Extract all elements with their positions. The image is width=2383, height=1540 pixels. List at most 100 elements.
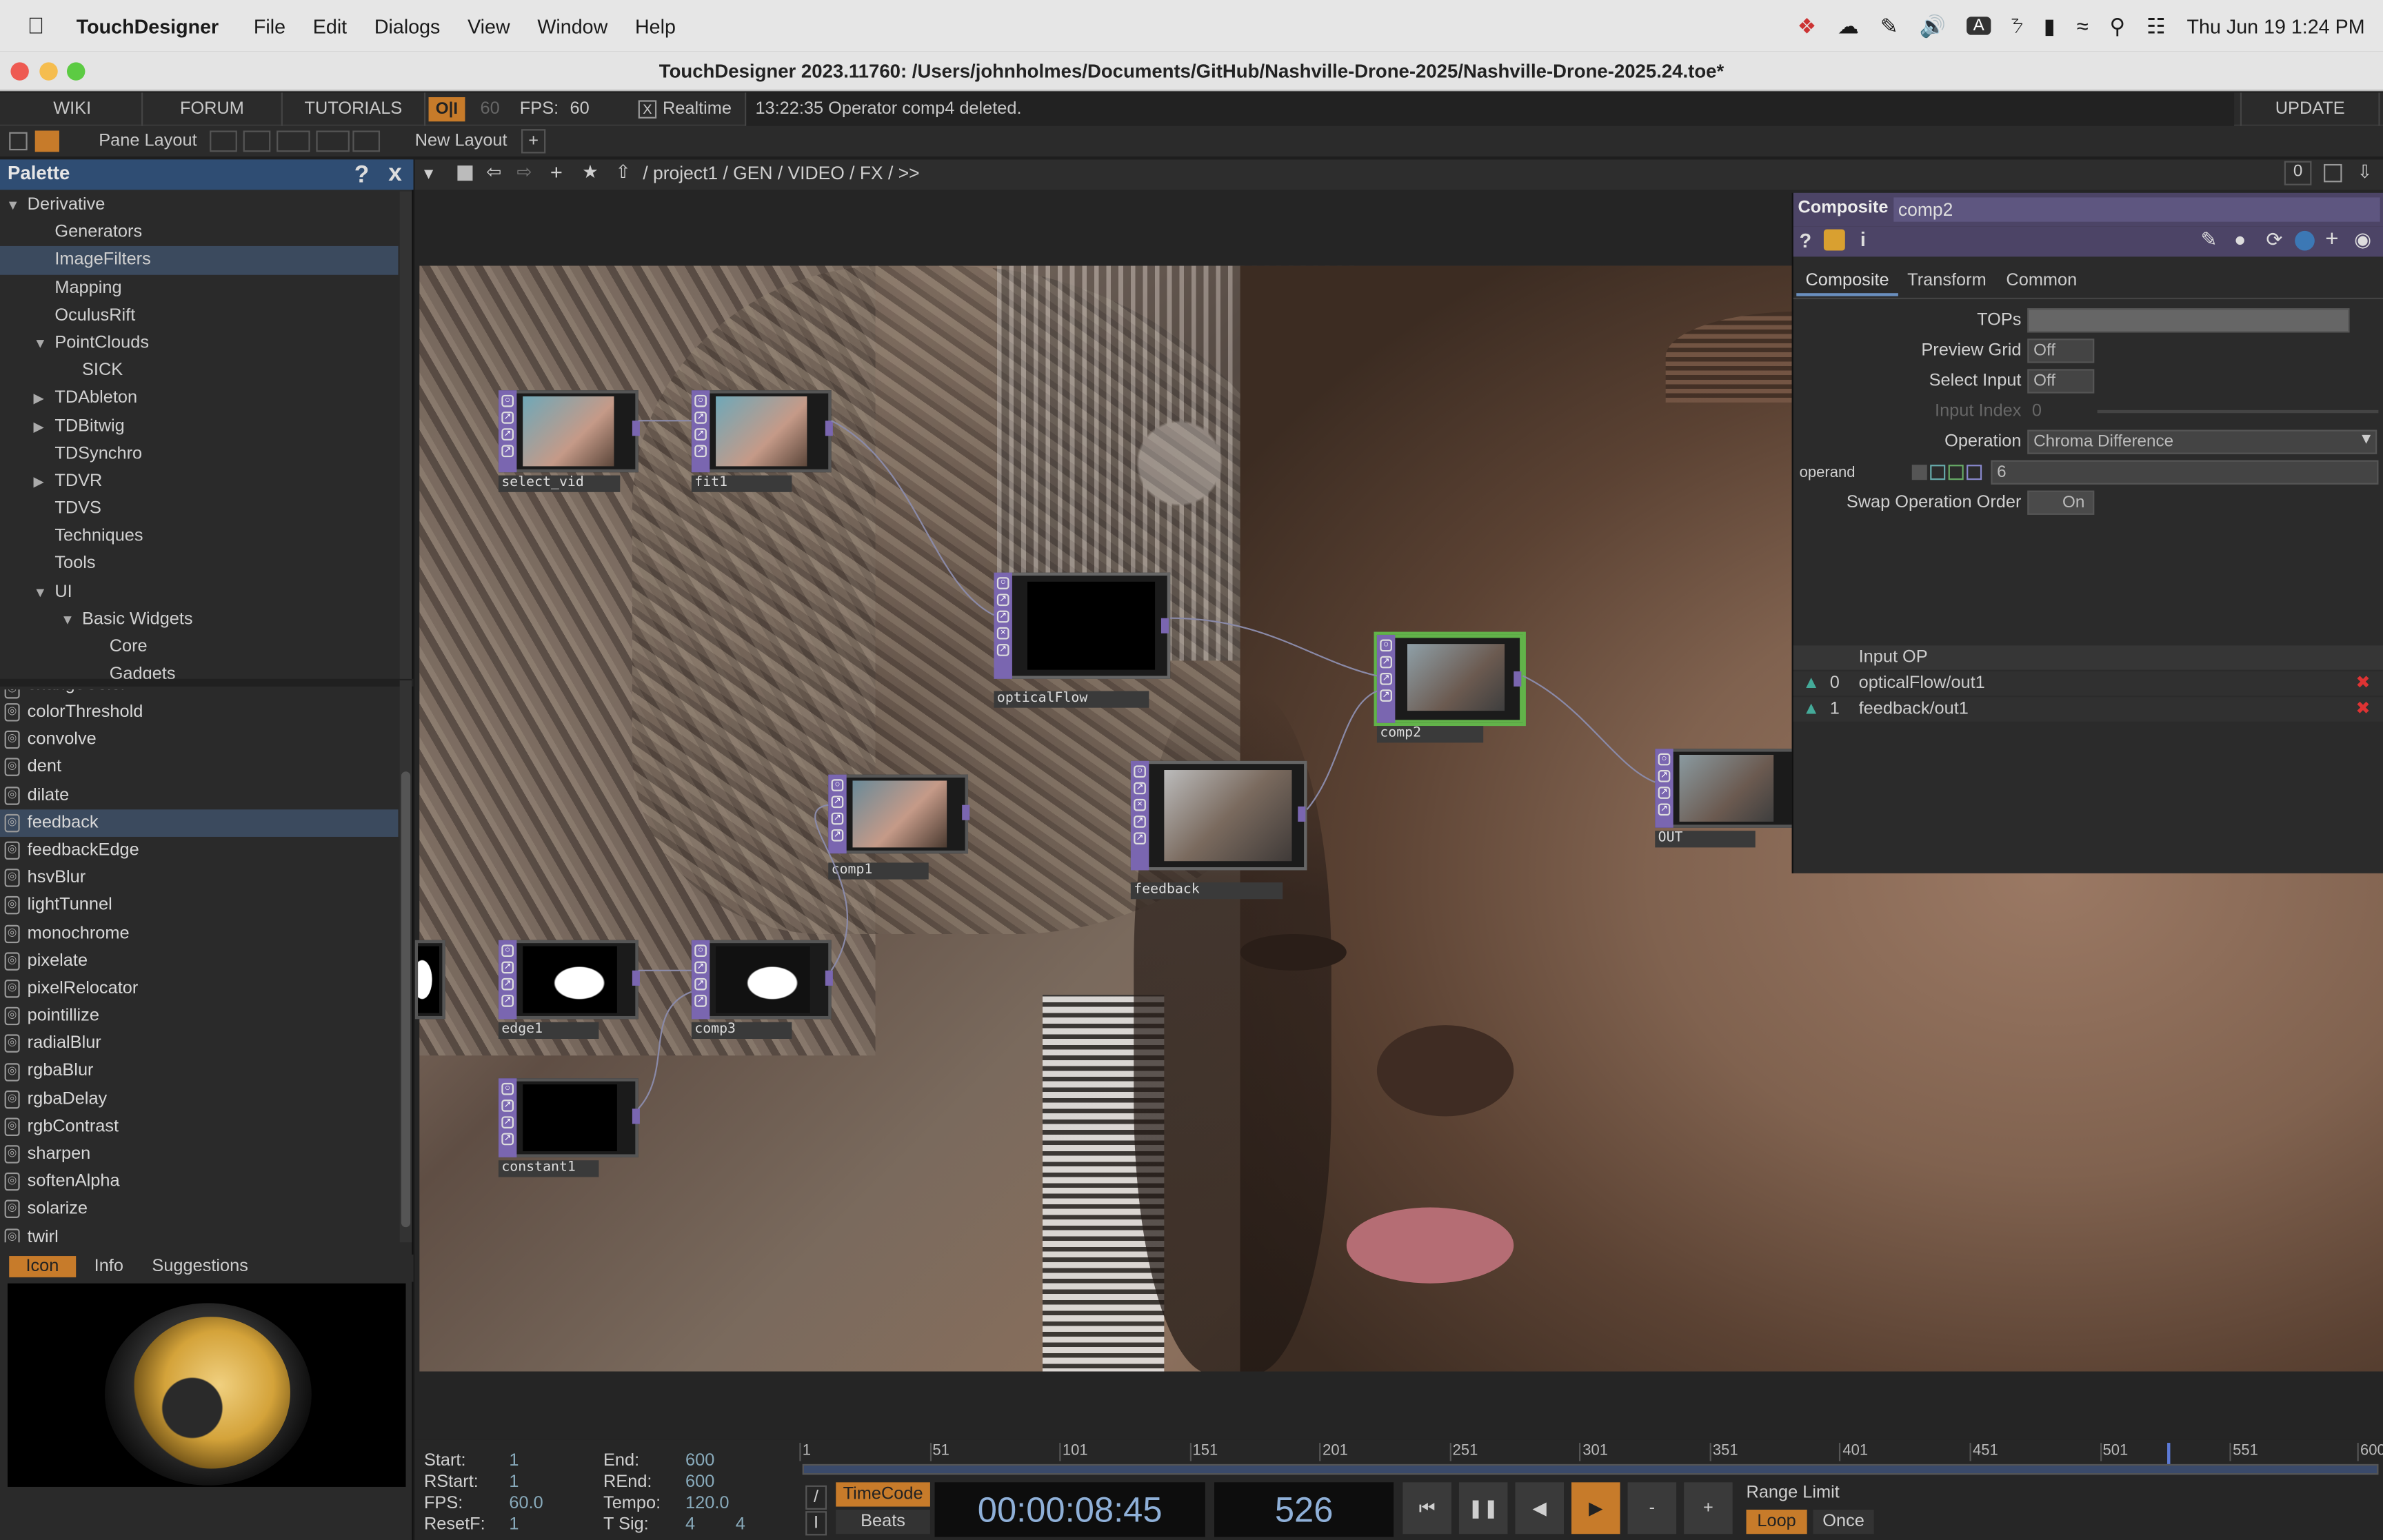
palette-tree-item[interactable]: Gadgets xyxy=(0,661,398,680)
wiki-button[interactable]: WIKI xyxy=(3,92,143,126)
loop-button[interactable]: Loop xyxy=(1746,1509,1807,1534)
menu-help[interactable]: Help xyxy=(621,14,690,37)
palette-component-item[interactable]: ◎ sharpen xyxy=(0,1141,398,1168)
tl-start-value[interactable]: 1 xyxy=(509,1450,519,1472)
param-python-icon[interactable] xyxy=(2295,230,2315,251)
param-info-icon[interactable]: i xyxy=(1860,227,1866,250)
palette-component-item[interactable]: ◎ rgbaDelay xyxy=(0,1085,398,1113)
param-help-icon[interactable]: ? xyxy=(1800,230,1812,252)
palette-component-item[interactable]: ◎ dent xyxy=(0,754,398,782)
param-input-index-value[interactable]: 0 xyxy=(2032,398,2042,425)
menu-dialogs[interactable]: Dialogs xyxy=(361,14,454,37)
window-zoom-button[interactable] xyxy=(66,62,86,81)
menu-view[interactable]: View xyxy=(454,14,523,37)
tl-end-value[interactable]: 600 xyxy=(685,1450,714,1472)
menu-app-name[interactable]: TouchDesigner xyxy=(58,14,219,37)
tl-tempo-value[interactable]: 120.0 xyxy=(685,1493,729,1514)
palette-list-scrollbar[interactable] xyxy=(399,680,412,1243)
play-icon[interactable]: ▶ xyxy=(1571,1482,1620,1534)
chevron-right-icon[interactable]: ▶ xyxy=(33,412,54,440)
palette-component-item[interactable]: ◎ pointillize xyxy=(0,1002,398,1030)
volume-icon[interactable]: 🔊 xyxy=(1920,13,1946,39)
tl-tsig-a[interactable]: 4 xyxy=(685,1514,695,1536)
param-python-help-icon[interactable] xyxy=(1823,229,1845,251)
wifi-icon[interactable]: ≈ xyxy=(2077,14,2089,38)
palette-tree-item[interactable]: ▼ Basic Widgets xyxy=(0,606,398,634)
timeline-ruler[interactable]: 151101151201251301351401451501551600 xyxy=(799,1443,2383,1476)
network-view-icon[interactable] xyxy=(9,132,28,151)
chevron-down-icon[interactable]: ▼ xyxy=(6,192,28,219)
palette-tree-item[interactable]: ImageFilters xyxy=(0,246,399,274)
beats-button[interactable]: Beats xyxy=(836,1509,930,1534)
palette-tree-item[interactable]: SICK xyxy=(0,357,398,385)
input-arrow-up-icon[interactable]: ▲ xyxy=(1802,697,1820,721)
palette-tree-item[interactable]: TDSynchro xyxy=(0,440,398,467)
tab-composite[interactable]: Composite xyxy=(1796,269,1898,296)
palette-component-item[interactable]: ◎ rgbaBlur xyxy=(0,1057,398,1085)
chevron-right-icon[interactable]: ▶ xyxy=(33,385,54,412)
palette-component-item[interactable]: ◎ pixelRelocator xyxy=(0,975,398,1002)
control-center-icon[interactable]: ☷ xyxy=(2146,13,2166,39)
param-add-icon[interactable]: + xyxy=(2325,226,2338,252)
palette-component-item[interactable]: ◎ pixelate xyxy=(0,947,398,975)
input-op-name[interactable]: feedback/out1 xyxy=(1859,697,1969,721)
tl-rend-value[interactable]: 600 xyxy=(685,1472,714,1493)
timecode-button[interactable]: TimeCode xyxy=(836,1482,930,1507)
tl-rstart-value[interactable]: 1 xyxy=(509,1472,519,1493)
chevron-down-icon[interactable]: ▼ xyxy=(33,578,54,606)
param-swap-toggle[interactable]: On xyxy=(2027,490,2095,515)
menu-clock[interactable]: Thu Jun 19 1:24 PM xyxy=(2187,14,2365,37)
layout-preset-2[interactable] xyxy=(243,130,271,152)
param-target-icon[interactable]: ◉ xyxy=(2354,227,2371,252)
menu-window[interactable]: Window xyxy=(524,14,622,37)
once-button[interactable]: Once xyxy=(1813,1509,1874,1534)
pause-icon[interactable]: ❚❚ xyxy=(1458,1482,1508,1534)
tab-common[interactable]: Common xyxy=(2006,272,2077,290)
input-op-remove-icon[interactable]: ✖ xyxy=(2355,671,2370,696)
palette-tree-item[interactable]: Mapping xyxy=(0,274,398,302)
palette-tree-item[interactable]: ▶ TDVR xyxy=(0,467,398,495)
bluetooth-icon[interactable]: ᜢ xyxy=(2012,13,2022,39)
timeline-track[interactable] xyxy=(802,1463,2379,1475)
chevron-right-icon[interactable]: ▶ xyxy=(33,467,54,495)
forum-button[interactable]: FORUM xyxy=(143,92,283,126)
tl-tsig-b[interactable]: 4 xyxy=(736,1514,745,1536)
accessibility-icon[interactable]: ✎ xyxy=(1880,13,1898,39)
palette-component-item[interactable]: ◎ feedback xyxy=(0,809,399,837)
apple-icon[interactable]:  xyxy=(0,13,58,39)
palette-component-item[interactable]: ◎ radialBlur xyxy=(0,1030,398,1057)
window-close-button[interactable] xyxy=(10,62,29,81)
tab-info[interactable]: Info xyxy=(94,1257,123,1275)
palette-close-button[interactable]: x xyxy=(380,161,410,189)
palette-tree-item[interactable]: Techniques xyxy=(0,523,398,550)
palette-tree-item[interactable]: Tools xyxy=(0,551,398,578)
palette-component-item[interactable]: ◎ dilate xyxy=(0,782,398,809)
palette-tree-item[interactable]: TDVS xyxy=(0,495,398,523)
menu-file[interactable]: File xyxy=(240,14,299,37)
palette-component-item[interactable]: ◎ softenAlpha xyxy=(0,1168,398,1196)
palette-tree-item[interactable]: ▶ TDBitwig xyxy=(0,412,398,440)
step-back-icon[interactable]: ◀ xyxy=(1515,1482,1565,1534)
layout-preset-3[interactable] xyxy=(276,130,310,152)
palette-tree-item[interactable]: ▼ UI xyxy=(0,578,398,606)
param-op-name[interactable]: comp2 xyxy=(1893,197,2380,222)
palette-component-item[interactable]: ◎ rgbContrast xyxy=(0,1113,398,1141)
timeline-slash-toggle[interactable]: / xyxy=(805,1485,827,1510)
param-select-input-toggle[interactable]: Off xyxy=(2027,369,2095,394)
skip-to-start-icon[interactable]: ⏮ xyxy=(1402,1482,1451,1534)
tab-transform[interactable]: Transform xyxy=(1907,272,1987,290)
update-button[interactable]: UPDATE xyxy=(2240,92,2380,126)
param-preview-grid-toggle[interactable]: Off xyxy=(2027,338,2095,363)
input-op-name[interactable]: opticalFlow/out1 xyxy=(1859,671,1985,696)
new-layout-label[interactable]: New Layout xyxy=(415,126,507,156)
param-dock-icon[interactable]: ⟳ xyxy=(2266,227,2282,252)
input-arrow-up-icon[interactable]: ▲ xyxy=(1802,671,1820,696)
battery-icon[interactable]: ▮ xyxy=(2044,13,2055,39)
chevron-down-icon[interactable]: ▼ xyxy=(61,606,82,634)
palette-tree-item[interactable]: ▼ PointClouds xyxy=(0,330,398,357)
timeline-i-toggle[interactable]: I xyxy=(805,1511,827,1536)
timeline-playhead[interactable] xyxy=(2167,1443,2171,1464)
palette-component-item[interactable]: ◎ solarize xyxy=(0,1196,398,1224)
palette-help-button[interactable]: ? xyxy=(347,163,377,190)
spotlight-search-icon[interactable]: ⚲ xyxy=(2109,13,2125,39)
